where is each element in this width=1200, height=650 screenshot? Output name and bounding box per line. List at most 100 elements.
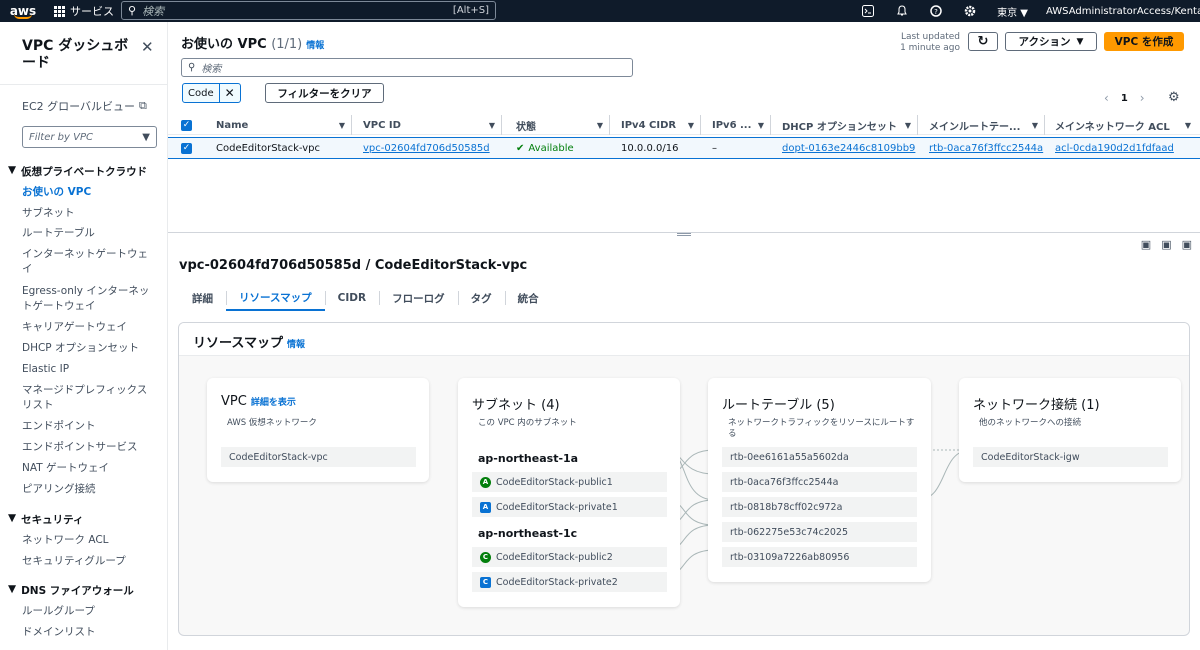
aws-logo[interactable]: aws	[0, 0, 46, 22]
row-checkbox[interactable]: ✓	[181, 142, 192, 154]
tab-tags[interactable]: タグ	[457, 285, 505, 311]
sidebar-item-nat-gateways[interactable]: NAT ゲートウェイ	[22, 461, 152, 476]
column-main-route[interactable]: メインルートテー... ▼	[921, 115, 1045, 135]
public-subnet-icon: C	[480, 551, 491, 563]
sidebar-item-domain-lists[interactable]: ドメインリスト	[22, 625, 152, 640]
chevron-right-icon[interactable]: ›	[1140, 91, 1145, 105]
chevron-left-icon[interactable]: ‹	[1104, 91, 1109, 105]
sidebar-title: VPC ダッシュボード	[22, 38, 129, 71]
section-vpc-label: 仮想プライベートクラウド	[21, 166, 148, 178]
row-dhcp-link[interactable]: dopt-0163e2446c8109bb9	[782, 143, 915, 154]
sidebar-item-network-acl[interactable]: ネットワーク ACL	[22, 533, 152, 548]
sidebar-item-subnets[interactable]: サブネット	[22, 206, 152, 221]
show-details-link[interactable]: 詳細を表示	[251, 398, 296, 408]
tab-cidr[interactable]: CIDR	[324, 285, 379, 311]
row-vpc-id-link[interactable]: vpc-02604fd706d50585d	[363, 143, 490, 154]
table-search-input[interactable]: ⚲ 検索	[181, 58, 633, 77]
az-label: ap-northeast-1a	[478, 452, 579, 465]
actions-button[interactable]: アクション ▼	[1005, 32, 1097, 51]
create-vpc-button[interactable]: VPC を作成	[1104, 32, 1184, 51]
gear-icon[interactable]: ⚙	[1168, 90, 1180, 105]
route-table-node[interactable]: rtb-0aca76f3ffcc2544a	[722, 472, 917, 492]
row-acl-link[interactable]: acl-0cda190d2d1fdfaad	[1055, 143, 1174, 154]
route-table-node[interactable]: rtb-03109a7226ab80956	[722, 547, 917, 567]
sort-icon: ▼	[687, 120, 694, 130]
sidebar-item-egress-only-igw[interactable]: Egress-only インターネットゲートウェイ	[22, 284, 152, 314]
ec2-global-view-label: EC2 グローバルビュー	[22, 100, 136, 113]
sidebar-item-elastic-ip[interactable]: Elastic IP	[22, 362, 152, 377]
sidebar-item-dhcp-options[interactable]: DHCP オプションセット	[22, 341, 152, 356]
sidebar-item-endpoint-services[interactable]: エンドポイントサービス	[22, 440, 152, 455]
column-dhcp[interactable]: DHCP オプションセット ▼	[774, 115, 918, 135]
sidebar-item-rule-groups[interactable]: ルールグループ	[22, 604, 152, 619]
column-vpc-id[interactable]: VPC ID ▼	[355, 115, 502, 135]
maximize-panel-icon[interactable]: ▣	[1182, 238, 1192, 251]
region-selector[interactable]: 東京 ▼	[987, 4, 1038, 19]
tab-integrations[interactable]: 統合	[504, 285, 552, 311]
column-ipv4[interactable]: IPv4 CIDR ▼	[613, 115, 701, 135]
panel-resize-handle[interactable]	[168, 232, 1200, 238]
account-menu[interactable]: AWSAdministratorAccess/KentarouTakahashi	[1038, 6, 1200, 17]
cloudshell-icon[interactable]	[851, 5, 885, 17]
tab-flow-logs[interactable]: フローログ	[379, 285, 458, 311]
detail-tabs: 詳細 リソースマップ CIDR フローログ タグ 統合	[179, 285, 552, 311]
subnet-node[interactable]: A CodeEditorStack-public1	[472, 472, 667, 492]
clear-filters-button[interactable]: フィルターをクリア	[265, 83, 384, 103]
sidebar-item-peering[interactable]: ピアリング接続	[22, 482, 152, 497]
route-tables-column-subtitle: ネットワークトラフィックをリソースにルートする	[728, 418, 915, 439]
minimize-panel-icon[interactable]: ▣	[1141, 238, 1151, 251]
route-table-node[interactable]: rtb-0ee6161a55a5602da	[722, 447, 917, 467]
services-menu[interactable]: サービス	[46, 3, 122, 19]
section-dns-firewall[interactable]: ▼ DNS ファイアウォール	[8, 583, 134, 598]
public-subnet-icon: A	[480, 476, 491, 488]
page-number[interactable]: 1	[1121, 93, 1128, 104]
subnets-column: サブネット (4) この VPC 内のサブネット ap-northeast-1a…	[458, 378, 680, 607]
ec2-global-view-link[interactable]: EC2 グローバルビュー ⧉	[22, 98, 147, 114]
table-row[interactable]: ✓ CodeEditorStack-vpc vpc-02604fd706d505…	[168, 137, 1200, 159]
sidebar-item-carrier-gateways[interactable]: キャリアゲートウェイ	[22, 320, 152, 335]
info-link[interactable]: 情報	[306, 41, 324, 51]
tab-resource-map[interactable]: リソースマップ	[226, 285, 325, 311]
section-vpc[interactable]: ▼ 仮想プライベートクラウド	[8, 164, 147, 179]
sidebar-item-endpoints[interactable]: エンドポイント	[22, 419, 152, 434]
subnet-node[interactable]: A CodeEditorStack-private1	[472, 497, 667, 517]
tab-details[interactable]: 詳細	[179, 285, 226, 311]
refresh-button[interactable]: ↻	[968, 32, 998, 51]
half-panel-icon[interactable]: ▣	[1161, 238, 1171, 251]
route-table-node[interactable]: rtb-0818b78cff02c972a	[722, 497, 917, 517]
filter-token[interactable]: Code ✕	[182, 83, 241, 103]
split-view-controls: ▣ ▣ ▣	[1141, 238, 1192, 251]
row-route-table-link[interactable]: rtb-0aca76f3ffcc2544a	[929, 143, 1043, 154]
route-table-node[interactable]: rtb-062275e53c74c2025	[722, 522, 917, 542]
select-all-checkbox[interactable]: ✓	[181, 119, 192, 131]
vpc-node[interactable]: CodeEditorStack-vpc	[221, 447, 416, 467]
internet-gateway-node[interactable]: CodeEditorStack-igw	[973, 447, 1168, 467]
network-connections-subtitle: 他のネットワークへの接続	[979, 418, 1082, 428]
sort-icon: ▼	[338, 120, 345, 130]
sidebar-item-your-vpcs[interactable]: お使いの VPC	[22, 185, 152, 200]
top-navigation: aws サービス ⚲ 検索 [Alt+S] ? 東京 ▼ AWSAdminist…	[0, 0, 1200, 22]
column-ipv6[interactable]: IPv6 ... ▼	[704, 115, 771, 135]
private-subnet-icon: A	[480, 501, 491, 513]
column-state[interactable]: 状態 ▼	[508, 115, 610, 135]
vpc-filter-select[interactable]: Filter by VPC ▼	[22, 126, 157, 148]
column-name[interactable]: Name ▼	[208, 115, 352, 135]
sidebar-item-security-groups[interactable]: セキュリティグループ	[22, 554, 152, 569]
sidebar-item-prefix-lists[interactable]: マネージドプレフィックスリスト	[22, 383, 152, 413]
vpc-column: VPC 詳細を表示 AWS 仮想ネットワーク CodeEditorStack-vp…	[207, 378, 429, 482]
sort-icon: ▼	[1184, 120, 1191, 130]
sidebar-item-internet-gateways[interactable]: インターネットゲートウェイ	[22, 247, 152, 277]
close-icon[interactable]: ✕	[141, 38, 154, 56]
sidebar-item-route-tables[interactable]: ルートテーブル	[22, 226, 152, 241]
subnet-node[interactable]: C CodeEditorStack-private2	[472, 572, 667, 592]
column-main-acl[interactable]: メインネットワーク ACL ▼	[1047, 115, 1197, 135]
global-search-input[interactable]: ⚲ 検索 [Alt+S]	[121, 1, 496, 20]
notifications-icon[interactable]	[885, 5, 919, 17]
section-security[interactable]: ▼ セキュリティ	[8, 512, 83, 527]
settings-icon[interactable]	[953, 5, 987, 17]
close-icon[interactable]: ✕	[218, 84, 240, 102]
last-updated-value: 1 minute ago	[900, 43, 960, 53]
help-icon[interactable]: ?	[919, 5, 953, 17]
route-tables-column: ルートテーブル (5) ネットワークトラフィックをリソースにルートする rtb-…	[708, 378, 931, 582]
subnet-node[interactable]: C CodeEditorStack-public2	[472, 547, 667, 567]
